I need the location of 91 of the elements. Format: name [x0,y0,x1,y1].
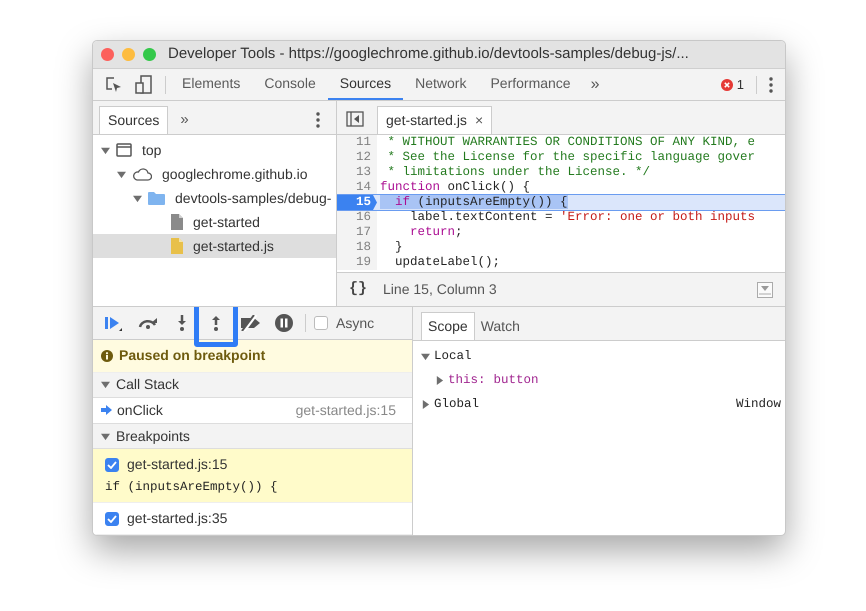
section-title: Breakpoints [116,426,190,446]
expand-triangle-icon[interactable] [101,146,110,154]
breakpoint-item[interactable]: get-started.js:35 [93,503,412,535]
async-checkbox[interactable] [314,316,328,330]
line-number[interactable]: 12 [337,150,377,165]
expand-triangle-icon[interactable] [435,376,444,384]
line-number[interactable]: 19 [337,255,377,270]
sidebar-tab[interactable]: Watch [474,312,526,340]
cursor-position: Line 15, Column 3 [383,280,497,299]
close-tab-button[interactable]: × [474,110,484,131]
panel-tab[interactable]: Performance [478,69,583,100]
panel-tab[interactable]: Network [403,69,478,100]
navigator-tab[interactable]: Sources [99,106,168,134]
panel-tab[interactable]: Elements [170,69,252,100]
line-number[interactable]: 11 [337,135,377,150]
menu-icon[interactable] [769,76,773,92]
code-line: * WITHOUT WARRANTIES OR CONDITIONS OF ANY KIND, e [386,135,756,150]
tree-item[interactable]: googlechrome.github.io [93,162,336,186]
sidebar-tab[interactable]: Scope [421,312,475,340]
window-frame-icon [116,143,132,157]
tree-item[interactable]: get-started [93,210,336,234]
code-line: function onClick() { [379,180,530,195]
code-line: * See the License for the specific language gover [386,150,756,165]
info-icon [101,350,113,362]
property-name: this: [448,372,486,389]
paused-message: Paused on breakpoint [119,346,266,366]
async-label: Async [336,314,374,333]
file-icon [171,238,183,254]
expand-triangle-icon[interactable] [421,352,430,360]
more-tabs-button[interactable]: » [168,106,201,134]
file-tab[interactable]: get-started.js × [377,106,492,134]
code-line: if (inputsAreEmpty()) { [377,195,568,210]
code-line: } [394,240,403,255]
expand-triangle-icon[interactable] [101,432,110,441]
breakpoint-code: if (inputsAreEmpty()) { [105,479,279,496]
breakpoint-checkbox[interactable] [105,458,119,472]
line-number[interactable]: 13 [337,165,377,180]
pretty-print-button[interactable]: {} [349,278,368,301]
scope-name: Local [434,348,472,365]
line-number[interactable]: 15 [337,195,377,210]
resume-icon [104,315,124,331]
line-number[interactable]: 17 [337,225,377,240]
breakpoint-off-icon [238,315,262,331]
cloud-icon [132,167,152,181]
current-frame-arrow-icon [101,405,112,416]
drawer-toggle-icon[interactable] [757,282,773,298]
inspect-element-icon[interactable] [105,76,123,94]
more-tabs-button[interactable]: » [582,72,608,96]
scope-row[interactable]: Global Window [421,394,781,414]
frame-name: onClick [117,400,163,420]
error-count[interactable]: 1 [736,74,744,94]
line-number[interactable]: 18 [337,240,377,255]
tree-item[interactable]: devtools-samples/debug- [93,186,336,210]
code-line: * limitations under the License. */ [386,165,650,180]
error-icon [720,78,733,90]
expand-triangle-icon[interactable] [421,400,430,408]
frame-location: get-started.js:15 [296,400,396,420]
step-out-icon [211,315,221,331]
panel-tab[interactable]: Console [252,69,328,100]
file-tab-label: get-started.js [386,111,467,130]
breakpoint-location: get-started.js:15 [127,455,228,474]
step-into-icon [177,315,187,331]
line-number[interactable]: 16 [337,210,377,225]
section-title: Call Stack [116,375,180,394]
expand-triangle-icon[interactable] [117,170,126,178]
scope-name: Global [434,396,480,413]
window-title: Developer Tools - https://googlechrome.github.io/devtools-samples/debug-js/... [168,44,689,64]
tree-item[interactable]: get-started.js [93,234,336,258]
toggle-navigator-icon[interactable] [346,111,364,127]
tree-item[interactable]: top [93,138,336,162]
device-toggle-icon[interactable] [135,74,153,94]
pause-icon [275,314,293,332]
scope-value: Window [736,396,781,413]
scope-row[interactable]: Local [421,346,781,366]
file-icon [171,214,183,230]
code-line: return; [409,225,463,240]
expand-triangle-icon[interactable] [133,194,142,202]
breakpoint-checkbox[interactable] [105,512,119,526]
property-row[interactable]: this: button [421,370,781,390]
code-line: updateLabel(); [394,255,500,270]
property-value: button [494,372,539,389]
line-number[interactable]: 14 [337,180,377,195]
menu-icon[interactable] [316,112,320,128]
step-over-icon [137,317,159,329]
code-line: label.textContent = 'Error: one or both inputs [409,210,756,225]
expand-triangle-icon[interactable] [101,380,110,390]
breakpoint-item[interactable]: get-started.js:15 if (inputsAreEmpty()) { [93,449,412,503]
section-header[interactable]: Breakpoints [93,424,412,450]
folder-icon [148,191,165,205]
section-header[interactable]: Call Stack [93,372,412,398]
breakpoint-location: get-started.js:35 [127,509,228,528]
